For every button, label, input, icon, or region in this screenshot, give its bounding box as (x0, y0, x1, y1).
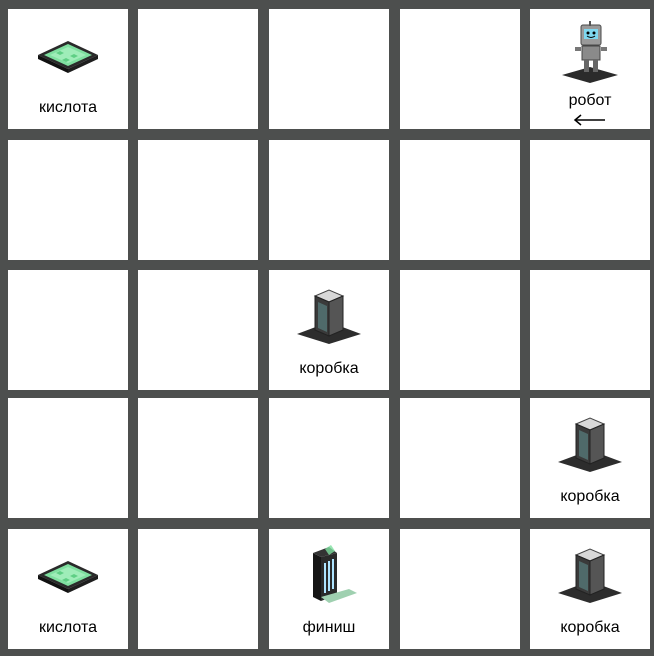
grid-cell-empty[interactable] (138, 529, 258, 649)
robot-icon (558, 19, 622, 83)
finish-icon (297, 541, 361, 605)
cell-label: робот (568, 92, 612, 109)
grid-cell-empty[interactable] (138, 140, 258, 260)
grid-cell-box[interactable]: коробка (269, 270, 389, 390)
grid-cell-empty[interactable] (8, 398, 128, 518)
grid-cell-empty[interactable] (269, 9, 389, 129)
grid-cell-empty[interactable] (269, 140, 389, 260)
cell-label: финиш (302, 619, 356, 636)
grid-cell-robot[interactable]: робот (530, 9, 650, 129)
grid-cell-finish[interactable]: финиш (269, 529, 389, 649)
cell-label: кислота (38, 99, 98, 116)
acid-pad-icon (36, 541, 100, 605)
grid-cell-box[interactable]: коробка (530, 529, 650, 649)
cell-label: коробка (560, 619, 620, 636)
grid-cell-empty[interactable] (8, 140, 128, 260)
arrow-left-icon (573, 113, 607, 126)
grid-cell-empty[interactable] (400, 529, 520, 649)
grid-cell-empty[interactable] (138, 270, 258, 390)
cell-label: кислота (38, 619, 98, 636)
grid-cell-box[interactable]: коробка (530, 398, 650, 518)
acid-pad-icon (36, 21, 100, 85)
grid-cell-empty[interactable] (400, 398, 520, 518)
grid-cell-empty[interactable] (530, 140, 650, 260)
game-board: кислота робот коробка коробка кислота фи… (0, 0, 654, 656)
grid-cell-empty[interactable] (269, 398, 389, 518)
grid-cell-empty[interactable] (138, 9, 258, 129)
grid-cell-acid[interactable]: кислота (8, 9, 128, 129)
grid-cell-acid[interactable]: кислота (8, 529, 128, 649)
box-icon (558, 541, 622, 605)
grid-cell-empty[interactable] (400, 270, 520, 390)
grid-cell-empty[interactable] (138, 398, 258, 518)
cell-label: коробка (299, 360, 359, 377)
grid-cell-empty[interactable] (400, 9, 520, 129)
cell-label: коробка (560, 488, 620, 505)
box-icon (558, 410, 622, 474)
box-icon (297, 282, 361, 346)
grid-cell-empty[interactable] (530, 270, 650, 390)
grid-cell-empty[interactable] (8, 270, 128, 390)
grid-cell-empty[interactable] (400, 140, 520, 260)
